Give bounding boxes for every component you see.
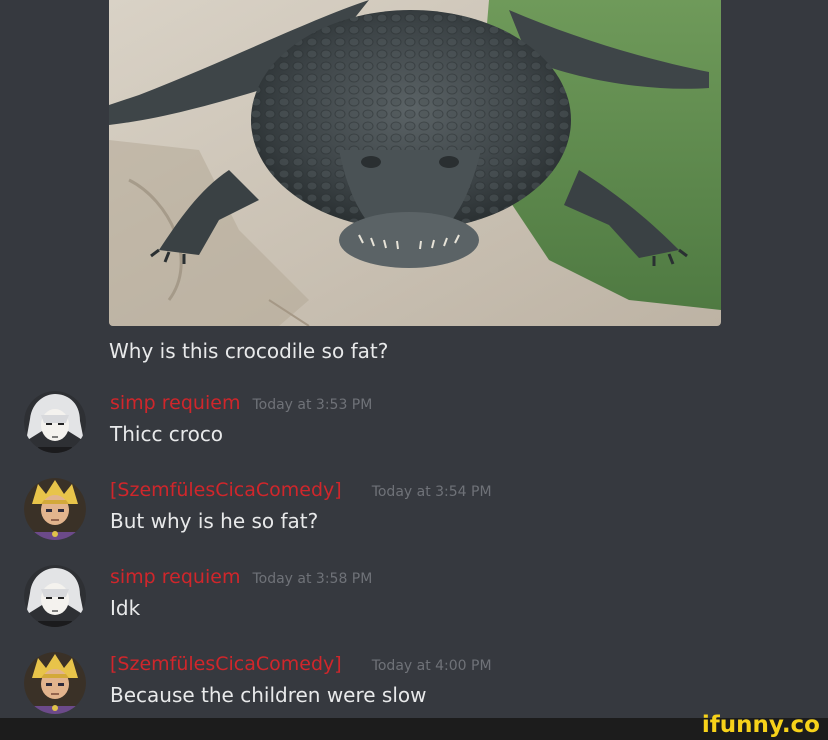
message-1: simp requiem Today at 3:53 PM Thicc croco (0, 391, 828, 471)
timestamp: Today at 3:58 PM (252, 571, 373, 587)
white-haired-anime-avatar[interactable] (24, 565, 86, 627)
message-header: simp requiem Today at 3:58 PM (110, 566, 372, 588)
message-header: [SzemfülesCicaComedy] Today at 4:00 PM (110, 653, 492, 675)
username[interactable]: [SzemfülesCicaComedy] (110, 479, 342, 501)
crocodile-image[interactable] (109, 0, 721, 326)
username[interactable]: simp requiem (110, 392, 240, 414)
message-2: [SzemfülesCicaComedy] Today at 3:54 PM Bu… (0, 478, 828, 558)
post-caption: Why is this crocodile so fat? (109, 339, 389, 363)
username[interactable]: [SzemfülesCicaComedy] (110, 653, 342, 675)
message-text: But why is he so fat? (110, 509, 319, 533)
message-text: Because the children were slow (110, 683, 427, 707)
timestamp: Today at 4:00 PM (371, 658, 492, 674)
message-header: simp requiem Today at 3:53 PM (110, 392, 372, 414)
blonde-anime-avatar[interactable] (24, 478, 86, 540)
message-text: Idk (110, 596, 141, 620)
white-haired-anime-avatar[interactable] (24, 391, 86, 453)
crocodile-photo (109, 0, 721, 326)
message-3: simp requiem Today at 3:58 PM Idk (0, 565, 828, 645)
message-header: [SzemfülesCicaComedy] Today at 3:54 PM (110, 479, 492, 501)
blonde-anime-avatar[interactable] (24, 652, 86, 714)
message-text: Thicc croco (110, 422, 224, 446)
username[interactable]: simp requiem (110, 566, 240, 588)
timestamp: Today at 3:54 PM (371, 484, 492, 500)
ifunny-watermark: ifunny.co (701, 712, 820, 738)
timestamp: Today at 3:53 PM (252, 397, 373, 413)
